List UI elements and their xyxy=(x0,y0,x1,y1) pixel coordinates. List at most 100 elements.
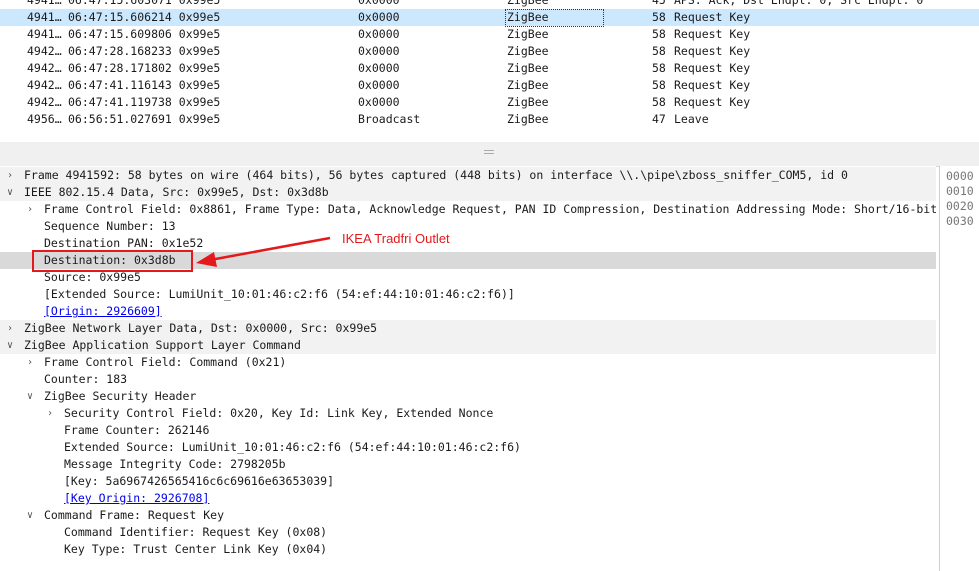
packet-no-cell: 4942… xyxy=(27,61,62,75)
pane-splitter[interactable] xyxy=(0,142,979,167)
packet-length-cell: 58 xyxy=(652,44,666,58)
packet-time-cell: 06:47:28.171802 0x99e5 xyxy=(68,61,221,75)
tree-row[interactable]: [Extended Source: LumiUnit_10:01:46:c2:f… xyxy=(0,286,936,303)
tree-row[interactable]: Message Integrity Code: 2798205b xyxy=(0,456,936,473)
tree-row[interactable]: › Frame Control Field: Command (0x21) xyxy=(0,354,936,371)
tree-label: [Key: 5a6967426565416c6c69616e63653039] xyxy=(64,474,335,488)
packet-info-cell: Request Key xyxy=(674,10,751,24)
packet-destination-cell: 0x0000 xyxy=(358,44,400,58)
packet-row[interactable]: 4941… 06:47:15.606214 0x99e5 0x0000 ZigBee 5… xyxy=(0,9,979,27)
packet-protocol-cell: ZigBee xyxy=(507,78,549,92)
tree-label: Security Control Field: 0x20, Key Id: Li… xyxy=(64,406,494,420)
chevron-right-icon[interactable]: › xyxy=(44,405,56,422)
packet-no-cell: 4942… xyxy=(27,95,62,109)
tree-label: IEEE 802.15.4 Data, Src: 0x99e5, Dst: 0x… xyxy=(24,185,329,199)
packet-details-tree[interactable]: › Frame 4941592: 58 bytes on wire (464 bi… xyxy=(0,166,936,571)
tree-row[interactable]: › Frame Control Field: 0x8861, Frame Type… xyxy=(0,201,936,218)
packet-length-cell: 58 xyxy=(652,10,666,24)
packet-no-cell: 4941… xyxy=(27,0,62,7)
tree-row[interactable]: ∨ ZigBee Security Header xyxy=(0,388,936,405)
tree-row[interactable]: Extended Source: LumiUnit_10:01:46:c2:f6… xyxy=(0,439,936,456)
packet-no-cell: 4956… xyxy=(27,112,62,126)
tree-label: Command Identifier: Request Key (0x08) xyxy=(64,525,328,539)
packet-info-cell: Request Key xyxy=(674,27,751,41)
tree-label: Source: 0x99e5 xyxy=(44,270,141,284)
chevron-right-icon[interactable]: › xyxy=(24,354,36,371)
tree-link[interactable]: [Key Origin: 2926708] xyxy=(64,491,209,505)
packet-destination-cell: 0x0000 xyxy=(358,78,400,92)
packet-protocol-cell: ZigBee xyxy=(507,44,549,58)
tree-label: ZigBee Security Header xyxy=(44,389,197,403)
tree-label: Frame Control Field: Command (0x21) xyxy=(44,355,287,369)
focused-cell-outline xyxy=(505,9,604,27)
tree-label: ZigBee Application Support Layer Command xyxy=(24,338,301,352)
packet-length-cell: 47 xyxy=(652,112,666,126)
packet-destination-cell: 0x0000 xyxy=(358,95,400,109)
packet-protocol-cell: ZigBee xyxy=(507,95,549,109)
byte-offset: 0010 xyxy=(946,184,974,198)
tree-row[interactable]: [Key Origin: 2926708] xyxy=(0,490,936,507)
tree-row[interactable]: › ZigBee Network Layer Data, Dst: 0x0000,… xyxy=(0,320,936,337)
packet-row[interactable]: 4942… 06:47:41.116143 0x99e5 0x0000 ZigBee 5… xyxy=(0,77,979,94)
packet-row[interactable]: 4956… 06:56:51.027691 0x99e5 Broadcast ZigB… xyxy=(0,111,979,128)
tree-label: Counter: 183 xyxy=(44,372,128,386)
annotation-highlight-box xyxy=(32,250,193,272)
packet-list[interactable]: 4941… 06:47:15.603071 0x99e5 0x0000 ZigBee 4… xyxy=(0,0,979,142)
packet-destination-cell: 0x0000 xyxy=(358,10,400,24)
packet-no-cell: 4941… xyxy=(27,27,62,41)
tree-row[interactable]: [Origin: 2926609] xyxy=(0,303,936,320)
packet-no-cell: 4941… xyxy=(27,10,62,24)
packet-protocol-cell: ZigBee xyxy=(507,0,549,7)
packet-row[interactable]: 4941… 06:47:15.603071 0x99e5 0x0000 ZigBee 4… xyxy=(0,0,979,9)
packet-row[interactable]: 4941… 06:47:15.609806 0x99e5 0x0000 ZigBee 5… xyxy=(0,26,979,43)
tree-row[interactable]: Key Type: Trust Center Link Key (0x04) xyxy=(0,541,936,558)
packet-destination-cell: Broadcast xyxy=(358,112,421,126)
tree-label: Extended Source: LumiUnit_10:01:46:c2:f6… xyxy=(64,440,521,454)
annotation-label: IKEA Tradfri Outlet xyxy=(342,231,450,246)
tree-row[interactable]: › Frame 4941592: 58 bytes on wire (464 bi… xyxy=(0,167,936,184)
tree-row[interactable]: Command Identifier: Request Key (0x08) xyxy=(0,524,936,541)
tree-label: Destination PAN: 0x1e52 xyxy=(44,236,204,250)
tree-row[interactable]: Frame Counter: 262146 xyxy=(0,422,936,439)
tree-label: Message Integrity Code: 2798205b xyxy=(64,457,286,471)
tree-label: Sequence Number: 13 xyxy=(44,219,176,233)
packet-info-cell: Request Key xyxy=(674,61,751,75)
tree-row[interactable]: [Key: 5a6967426565416c6c69616e63653039] xyxy=(0,473,936,490)
chevron-down-icon[interactable]: ∨ xyxy=(24,507,36,524)
packet-time-cell: 06:47:41.116143 0x99e5 xyxy=(68,78,221,92)
chevron-right-icon[interactable]: › xyxy=(24,201,36,218)
chevron-down-icon[interactable]: ∨ xyxy=(4,184,16,201)
packet-destination-cell: 0x0000 xyxy=(358,27,400,41)
tree-label: Key Type: Trust Center Link Key (0x04) xyxy=(64,542,328,556)
splitter-grip[interactable] xyxy=(484,150,494,154)
tree-label: Frame Counter: 262146 xyxy=(64,423,210,437)
tree-row[interactable]: ∨ IEEE 802.15.4 Data, Src: 0x99e5, Dst: 0… xyxy=(0,184,936,201)
tree-label: [Extended Source: LumiUnit_10:01:46:c2:f… xyxy=(44,287,515,301)
tree-row[interactable]: ∨ Command Frame: Request Key xyxy=(0,507,936,524)
packet-row[interactable]: 4942… 06:47:28.171802 0x99e5 0x0000 ZigBee 5… xyxy=(0,60,979,77)
packet-bytes-pane[interactable]: 0000 0010 0020 0030 xyxy=(939,166,979,571)
tree-link[interactable]: [Origin: 2926609] xyxy=(44,304,162,318)
chevron-down-icon[interactable]: ∨ xyxy=(4,337,16,354)
chevron-down-icon[interactable]: ∨ xyxy=(24,388,36,405)
packet-no-cell: 4942… xyxy=(27,44,62,58)
tree-row[interactable]: ∨ ZigBee Application Support Layer Comman… xyxy=(0,337,936,354)
byte-offset: 0030 xyxy=(946,214,974,228)
chevron-right-icon[interactable]: › xyxy=(4,320,16,337)
tree-row[interactable]: Sequence Number: 13 xyxy=(0,218,936,235)
packet-time-cell: 06:47:15.606214 0x99e5 xyxy=(68,10,221,24)
tree-row[interactable]: Counter: 183 xyxy=(0,371,936,388)
tree-row[interactable]: › Security Control Field: 0x20, Key Id: L… xyxy=(0,405,936,422)
chevron-right-icon[interactable]: › xyxy=(4,167,16,184)
packet-time-cell: 06:47:28.168233 0x99e5 xyxy=(68,44,221,58)
packet-row[interactable]: 4942… 06:47:28.168233 0x99e5 0x0000 ZigBee 5… xyxy=(0,43,979,60)
packet-destination-cell: 0x0000 xyxy=(358,61,400,75)
packet-time-cell: 06:47:41.119738 0x99e5 xyxy=(68,95,221,109)
packet-destination-cell: 0x0000 xyxy=(358,0,400,7)
packet-protocol-cell: ZigBee xyxy=(507,112,549,126)
packet-time-cell: 06:47:15.603071 0x99e5 xyxy=(68,0,221,7)
packet-row[interactable]: 4942… 06:47:41.119738 0x99e5 0x0000 ZigBee 5… xyxy=(0,94,979,111)
packet-length-cell: 58 xyxy=(652,78,666,92)
packet-time-cell: 06:47:15.609806 0x99e5 xyxy=(68,27,221,41)
tree-label: ZigBee Network Layer Data, Dst: 0x0000, … xyxy=(24,321,378,335)
